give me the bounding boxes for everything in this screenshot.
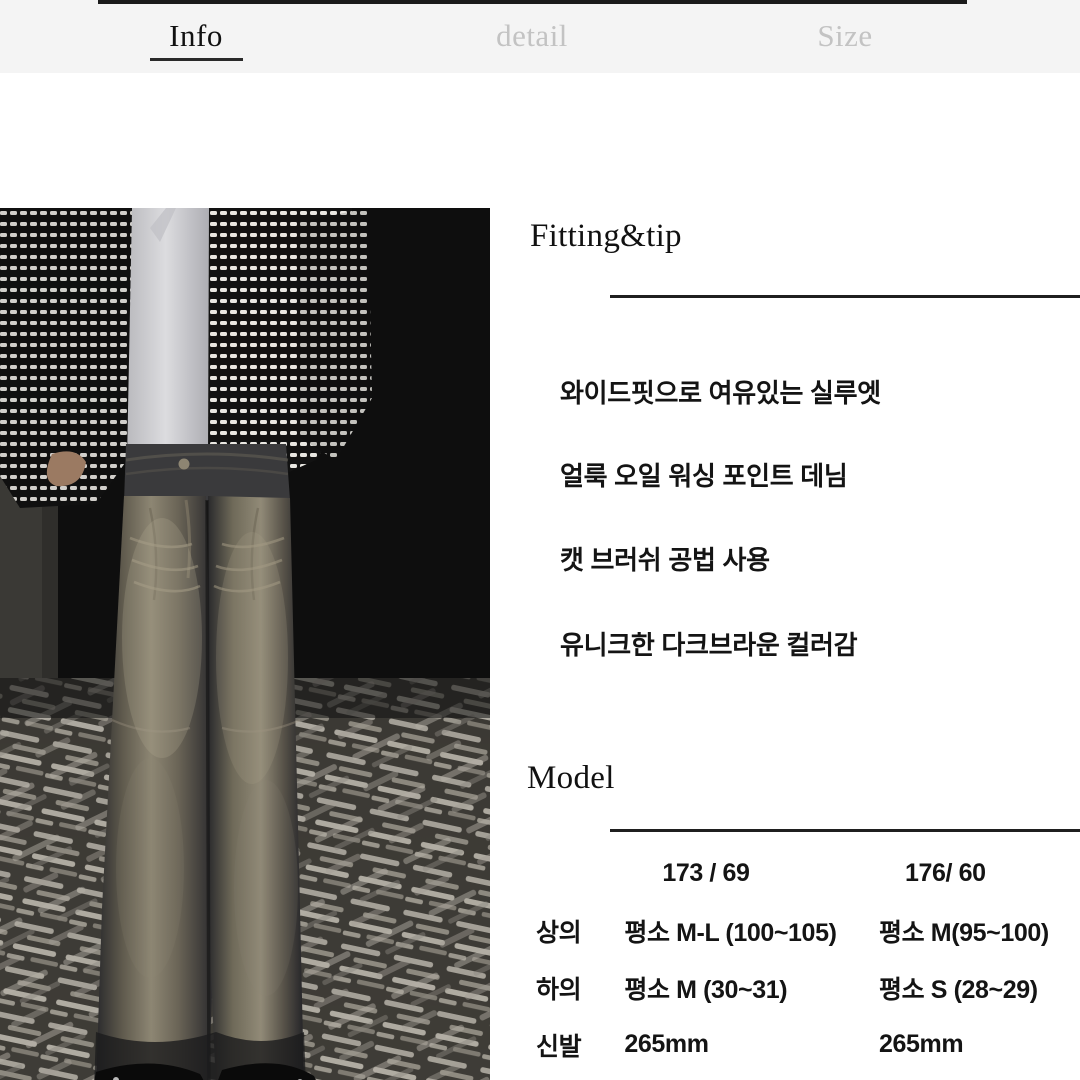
fitting-divider: [610, 295, 1080, 298]
row-top-model-a: 평소 M-L (100~105): [624, 918, 837, 947]
table-row: 상의 평소 M-L (100~105) 평소 M(95~100): [518, 902, 1080, 959]
tab-bar: Info detail Size: [0, 0, 1080, 73]
fitting-heading: Fitting&tip: [530, 218, 682, 254]
tab-detail-label: detail: [496, 18, 568, 53]
table-header-row: 173 / 69 176/ 60: [518, 845, 1080, 902]
row-label-top: 상의: [536, 918, 582, 947]
row-bottom-model-a: 평소 M (30~31): [624, 975, 788, 1004]
row-shoes-model-b: 265mm: [879, 1030, 964, 1058]
model-header-a: 173 / 69: [662, 859, 750, 887]
fitting-line-4: 유니크한 다크브라운 컬러감: [560, 630, 858, 660]
row-label-bottom: 하의: [536, 975, 582, 1004]
model-divider: [610, 829, 1080, 832]
row-label-shoes: 신발: [536, 1032, 582, 1061]
product-photo-illustration: [0, 208, 490, 1080]
table-row: 신발 265mm 265mm: [518, 1016, 1080, 1073]
tab-detail[interactable]: detail: [432, 16, 632, 56]
fitting-line-1: 와이드핏으로 여유있는 실루엣: [560, 378, 881, 408]
model-size-table: 173 / 69 176/ 60 상의 평소 M-L (100~105) 평소 …: [518, 845, 1080, 1073]
model-header-blank: [518, 845, 624, 902]
row-shoes-model-a: 265mm: [624, 1030, 709, 1058]
product-photo[interactable]: [0, 208, 490, 1080]
tab-info[interactable]: Info: [96, 16, 296, 56]
model-header-b: 176/ 60: [905, 859, 986, 887]
fitting-line-2: 얼룩 오일 워싱 포인트 데님: [560, 461, 848, 491]
row-bottom-model-b: 평소 S (28~29): [879, 975, 1038, 1004]
tab-size-label: Size: [817, 18, 873, 53]
tab-size[interactable]: Size: [745, 16, 945, 56]
model-heading: Model: [527, 760, 615, 796]
row-top-model-b: 평소 M(95~100): [879, 918, 1049, 947]
tab-bar-top-rule: [98, 0, 967, 4]
info-panel: Fitting&tip 와이드핏으로 여유있는 실루엣 얼룩 오일 워싱 포인트…: [500, 90, 1080, 1080]
table-row: 하의 평소 M (30~31) 평소 S (28~29): [518, 959, 1080, 1016]
fitting-line-3: 캣 브러쉬 공법 사용: [560, 545, 770, 575]
tab-info-active-underline: [150, 58, 243, 61]
tab-info-label: Info: [169, 18, 223, 53]
